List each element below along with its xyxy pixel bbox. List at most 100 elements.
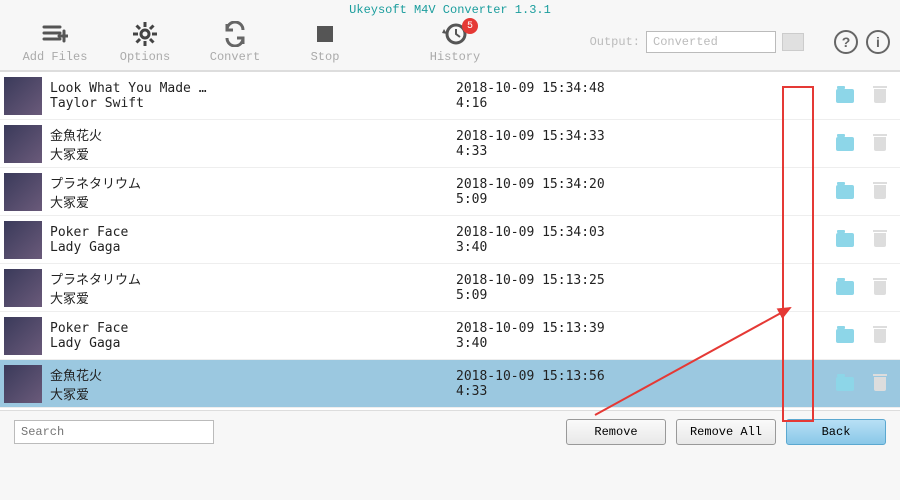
track-duration: 3:40 (456, 240, 826, 255)
delete-icon[interactable] (874, 89, 886, 103)
open-folder-icon[interactable] (836, 329, 854, 343)
track-artist: Lady Gaga (50, 240, 456, 255)
add-files-button[interactable]: Add Files (10, 20, 100, 64)
track-artist: Lady Gaga (50, 336, 456, 351)
convert-button[interactable]: Convert (190, 20, 280, 64)
history-button[interactable]: 5 History (410, 20, 500, 64)
list-item[interactable]: 金魚花火大冢爱2018-10-09 15:34:334:33 (0, 120, 900, 168)
track-duration: 5:09 (456, 192, 826, 207)
row-actions (826, 137, 896, 151)
track-meta: 金魚花火大冢爱 (50, 365, 456, 403)
convert-label: Convert (210, 50, 260, 64)
list-item[interactable]: プラネタリウム大冢爱2018-10-09 15:13:255:09 (0, 264, 900, 312)
open-folder-icon[interactable] (836, 185, 854, 199)
help-icon[interactable]: ? (834, 30, 858, 54)
track-artist: 大冢爱 (50, 192, 456, 211)
track-timestamp: 2018-10-09 15:13:39 (456, 321, 826, 336)
track-timestamp: 2018-10-09 15:34:48 (456, 81, 826, 96)
list-item[interactable]: Poker FaceLady Gaga2018-10-09 15:34:033:… (0, 216, 900, 264)
row-actions (826, 329, 896, 343)
track-time: 2018-10-09 15:34:484:16 (456, 81, 826, 111)
delete-icon[interactable] (874, 377, 886, 391)
delete-icon[interactable] (874, 233, 886, 247)
list-item[interactable]: Look What You Made …Taylor Swift2018-10-… (0, 72, 900, 120)
track-artist: 大冢爱 (50, 144, 456, 163)
row-actions (826, 233, 896, 247)
track-duration: 4:16 (456, 96, 826, 111)
stop-button[interactable]: Stop (280, 20, 370, 64)
track-duration: 4:33 (456, 144, 826, 159)
thumbnail (4, 173, 42, 211)
row-actions (826, 281, 896, 295)
open-folder-icon[interactable] (836, 377, 854, 391)
back-button[interactable]: Back (786, 419, 886, 445)
thumbnail (4, 77, 42, 115)
track-artist: Taylor Swift (50, 96, 456, 111)
list-item[interactable]: 金魚花火大冢爱2018-10-09 15:13:564:33 (0, 360, 900, 408)
track-artist: 大冢爱 (50, 384, 456, 403)
browse-folder-button[interactable] (782, 33, 804, 51)
track-time: 2018-10-09 15:13:393:40 (456, 321, 826, 351)
delete-icon[interactable] (874, 185, 886, 199)
list-item[interactable]: Poker FaceLady Gaga2018-10-09 15:13:393:… (0, 312, 900, 360)
track-meta: 金魚花火大冢爱 (50, 125, 456, 163)
track-title: Poker Face (50, 225, 456, 240)
remove-all-button[interactable]: Remove All (676, 419, 776, 445)
file-list: Look What You Made …Taylor Swift2018-10-… (0, 71, 900, 411)
options-button[interactable]: Options (100, 20, 190, 64)
toolbar: Add Files Options Convert Stop 5 History… (0, 18, 900, 71)
row-actions (826, 185, 896, 199)
output-folder-input[interactable] (646, 31, 776, 53)
remove-button[interactable]: Remove (566, 419, 666, 445)
add-files-icon (42, 20, 68, 48)
track-title: Look What You Made … (50, 81, 456, 96)
track-artist: 大冢爱 (50, 288, 456, 307)
thumbnail (4, 221, 42, 259)
track-time: 2018-10-09 15:34:334:33 (456, 129, 826, 159)
track-timestamp: 2018-10-09 15:13:25 (456, 273, 826, 288)
open-folder-icon[interactable] (836, 281, 854, 295)
list-item[interactable]: プラネタリウム大冢爱2018-10-09 15:34:205:09 (0, 168, 900, 216)
track-time: 2018-10-09 15:13:564:33 (456, 369, 826, 399)
output-label: Output: (590, 35, 640, 49)
track-timestamp: 2018-10-09 15:34:20 (456, 177, 826, 192)
track-meta: Look What You Made …Taylor Swift (50, 81, 456, 111)
delete-icon[interactable] (874, 281, 886, 295)
row-actions (826, 89, 896, 103)
track-duration: 3:40 (456, 336, 826, 351)
track-title: Poker Face (50, 321, 456, 336)
thumbnail (4, 269, 42, 307)
thumbnail (4, 125, 42, 163)
track-time: 2018-10-09 15:13:255:09 (456, 273, 826, 303)
track-title: 金魚花火 (50, 125, 456, 144)
track-title: プラネタリウム (50, 269, 456, 288)
track-timestamp: 2018-10-09 15:13:56 (456, 369, 826, 384)
history-label: History (430, 50, 480, 64)
delete-icon[interactable] (874, 137, 886, 151)
track-duration: 5:09 (456, 288, 826, 303)
info-icon[interactable]: i (866, 30, 890, 54)
gear-icon (132, 20, 158, 48)
search-input[interactable] (14, 420, 214, 444)
track-duration: 4:33 (456, 384, 826, 399)
track-timestamp: 2018-10-09 15:34:33 (456, 129, 826, 144)
options-label: Options (120, 50, 170, 64)
open-folder-icon[interactable] (836, 233, 854, 247)
track-meta: プラネタリウム大冢爱 (50, 173, 456, 211)
add-files-label: Add Files (23, 50, 88, 64)
track-meta: プラネタリウム大冢爱 (50, 269, 456, 307)
history-badge: 5 (462, 18, 478, 34)
thumbnail (4, 365, 42, 403)
bottom-bar: Remove Remove All Back (0, 411, 900, 453)
window-title: Ukeysoft M4V Converter 1.3.1 (0, 0, 900, 18)
open-folder-icon[interactable] (836, 89, 854, 103)
delete-icon[interactable] (874, 329, 886, 343)
open-folder-icon[interactable] (836, 137, 854, 151)
track-time: 2018-10-09 15:34:033:40 (456, 225, 826, 255)
track-title: プラネタリウム (50, 173, 456, 192)
stop-label: Stop (311, 50, 340, 64)
convert-icon (222, 20, 248, 48)
track-meta: Poker FaceLady Gaga (50, 225, 456, 255)
row-actions (826, 377, 896, 391)
track-title: 金魚花火 (50, 365, 456, 384)
